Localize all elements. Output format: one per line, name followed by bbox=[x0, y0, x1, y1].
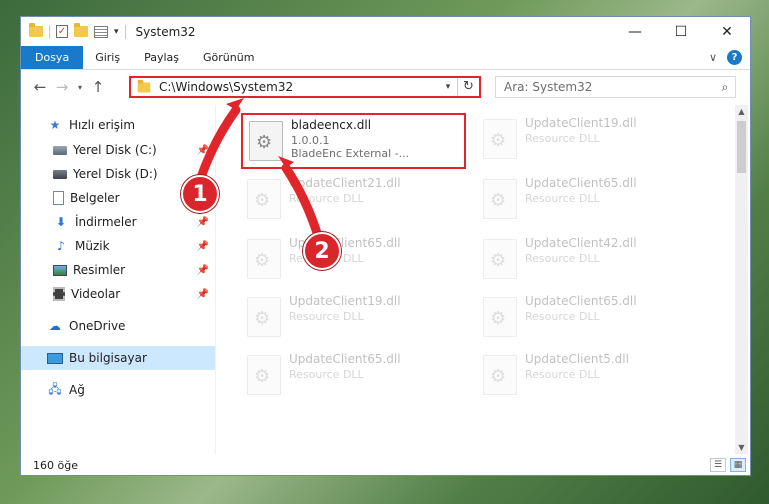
arrow-2 bbox=[281, 163, 323, 241]
step-2-callout: 2 bbox=[303, 232, 341, 270]
arrow-1 bbox=[195, 105, 241, 185]
step-1-callout: 1 bbox=[181, 175, 219, 213]
annotation-arrows bbox=[195, 98, 323, 241]
